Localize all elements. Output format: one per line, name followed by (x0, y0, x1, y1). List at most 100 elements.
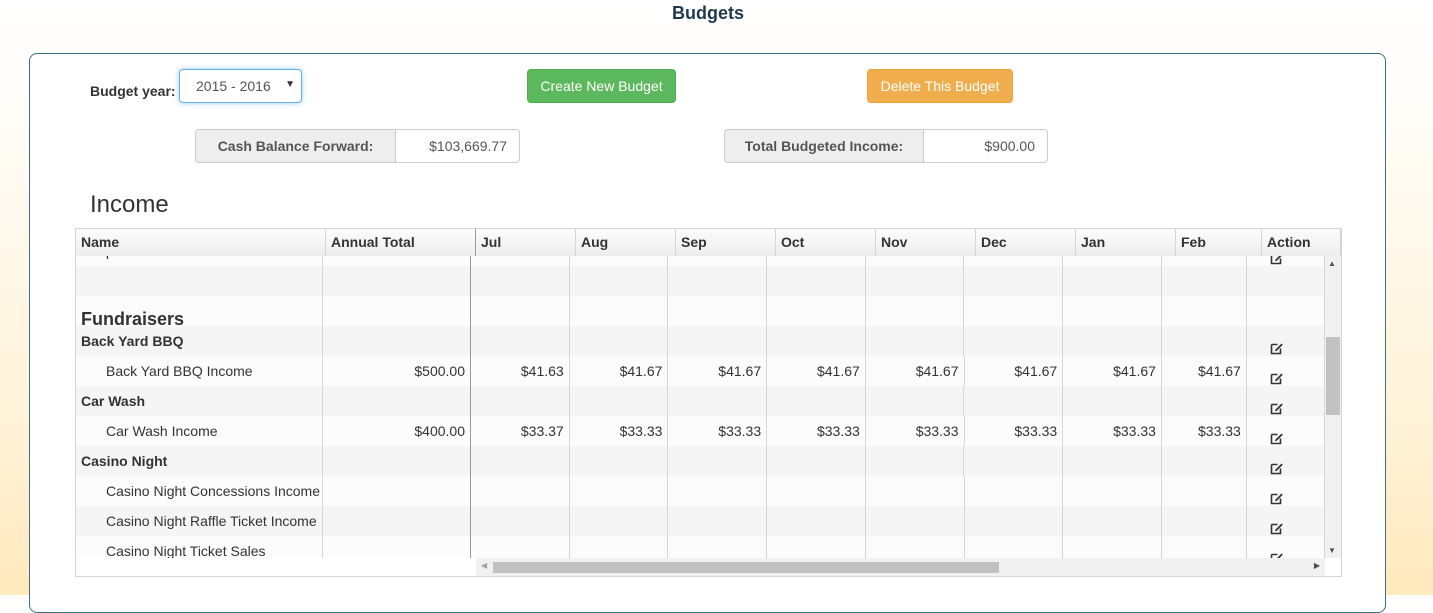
row-name: Casino Night Raffle Ticket Income (76, 506, 323, 536)
column-header[interactable]: Sep (676, 229, 776, 256)
budget-year-select[interactable]: 2015 - 2016 ▼ (179, 69, 302, 103)
edit-icon[interactable] (1270, 455, 1284, 475)
month-cell (668, 476, 768, 506)
month-cell (767, 256, 866, 266)
month-cell (471, 256, 570, 266)
month-cell: $41.63 (471, 356, 570, 386)
month-cell (471, 386, 570, 416)
month-cell (471, 476, 570, 506)
edit-icon[interactable] (1270, 365, 1284, 385)
month-cell (866, 296, 965, 326)
column-header[interactable]: Aug (576, 229, 676, 256)
cash-balance-value: $103,669.77 (396, 129, 520, 163)
month-cell: $41.67 (767, 356, 866, 386)
month-cell (866, 536, 965, 558)
month-cell (570, 446, 669, 476)
month-cell (1162, 266, 1247, 296)
month-cell (866, 386, 965, 416)
month-cell (767, 506, 866, 536)
income-section-title: Income (90, 191, 169, 218)
month-cell (767, 266, 866, 296)
month-cell (668, 386, 767, 416)
table-row: Casino Night (76, 446, 1325, 476)
month-cell: $41.67 (570, 356, 669, 386)
edit-icon[interactable] (1270, 395, 1284, 415)
month-cell (1162, 536, 1247, 558)
column-header[interactable]: Dec (976, 229, 1076, 256)
edit-icon[interactable] (1270, 256, 1284, 265)
vertical-scrollbar[interactable]: ▲ ▼ (1325, 256, 1341, 558)
month-cell (1063, 296, 1162, 326)
vertical-scroll-thumb[interactable] (1326, 337, 1340, 415)
row-name: SnapRaise (76, 256, 323, 266)
month-cell (866, 266, 965, 296)
month-cell (570, 266, 669, 296)
month-cell (866, 326, 965, 356)
month-cell (668, 446, 767, 476)
scroll-right-icon[interactable]: ▶ (1314, 561, 1320, 570)
month-cell (866, 506, 965, 536)
month-cell (1162, 326, 1247, 356)
table-row: Casino Night Concessions Income (76, 476, 1325, 506)
edit-icon[interactable] (1270, 485, 1284, 505)
month-cell (767, 386, 866, 416)
month-cell (1063, 446, 1162, 476)
horizontal-scroll-thumb[interactable] (493, 562, 999, 573)
delete-budget-button[interactable]: Delete This Budget (867, 69, 1013, 103)
month-cell (1063, 386, 1162, 416)
budget-year-label: Budget year: (90, 83, 176, 99)
month-cell (965, 476, 1064, 506)
scroll-down-icon[interactable]: ▼ (1328, 546, 1336, 555)
row-name: Casino Night Concessions Income (76, 476, 323, 506)
edit-icon[interactable] (1270, 515, 1284, 535)
month-cell (471, 506, 570, 536)
column-header[interactable]: Jul (476, 229, 576, 256)
month-cell: $33.33 (668, 416, 768, 446)
annual-total-cell (323, 256, 471, 266)
month-cell (767, 326, 866, 356)
month-cell (1063, 266, 1162, 296)
month-cell (668, 326, 767, 356)
month-cell (471, 266, 570, 296)
create-budget-button[interactable]: Create New Budget (527, 69, 676, 103)
caret-down-icon: ▼ (285, 79, 295, 90)
month-cell (1162, 476, 1247, 506)
annual-total-cell (323, 476, 471, 506)
annual-total-cell (323, 446, 471, 476)
column-header[interactable]: Name (76, 229, 326, 256)
table-row: Back Yard BBQ Income $500.00 $41.63 $41.67 $… (76, 356, 1325, 386)
month-cell: $33.33 (866, 416, 965, 446)
month-cell: $33.33 (1162, 416, 1247, 446)
column-header[interactable]: Oct (776, 229, 876, 256)
horizontal-scrollbar[interactable]: ◀ ▶ (476, 558, 1325, 576)
annual-total-cell (323, 266, 471, 296)
edit-icon[interactable] (1270, 425, 1284, 445)
row-name: Back Yard BBQ Income (76, 356, 323, 386)
action-cell (1247, 356, 1325, 386)
column-header[interactable]: Annual Total (326, 229, 476, 256)
action-cell (1247, 266, 1325, 296)
action-cell (1247, 386, 1325, 416)
action-cell (1247, 416, 1325, 446)
edit-icon[interactable] (1270, 335, 1284, 355)
annual-total-cell (323, 536, 471, 558)
column-header[interactable]: Feb (1176, 229, 1262, 256)
month-cell (570, 326, 669, 356)
scroll-left-icon[interactable]: ◀ (481, 561, 487, 570)
total-income-label: Total Budgeted Income: (724, 129, 924, 163)
action-cell (1247, 256, 1325, 266)
edit-icon[interactable] (1270, 545, 1284, 558)
month-cell: $41.67 (965, 356, 1064, 386)
column-header[interactable]: Jan (1076, 229, 1176, 256)
month-cell (965, 536, 1064, 558)
month-cell (1063, 256, 1162, 266)
scroll-up-icon[interactable]: ▲ (1328, 259, 1336, 268)
table-row: Casino Night Ticket Sales (76, 536, 1325, 558)
column-header[interactable]: Action (1262, 229, 1341, 256)
total-income-value: $900.00 (924, 129, 1048, 163)
month-cell: $33.33 (767, 416, 866, 446)
row-name: Fundraisers (76, 296, 323, 326)
month-cell (471, 296, 570, 326)
column-header[interactable]: Nov (876, 229, 976, 256)
month-cell (964, 256, 1064, 266)
